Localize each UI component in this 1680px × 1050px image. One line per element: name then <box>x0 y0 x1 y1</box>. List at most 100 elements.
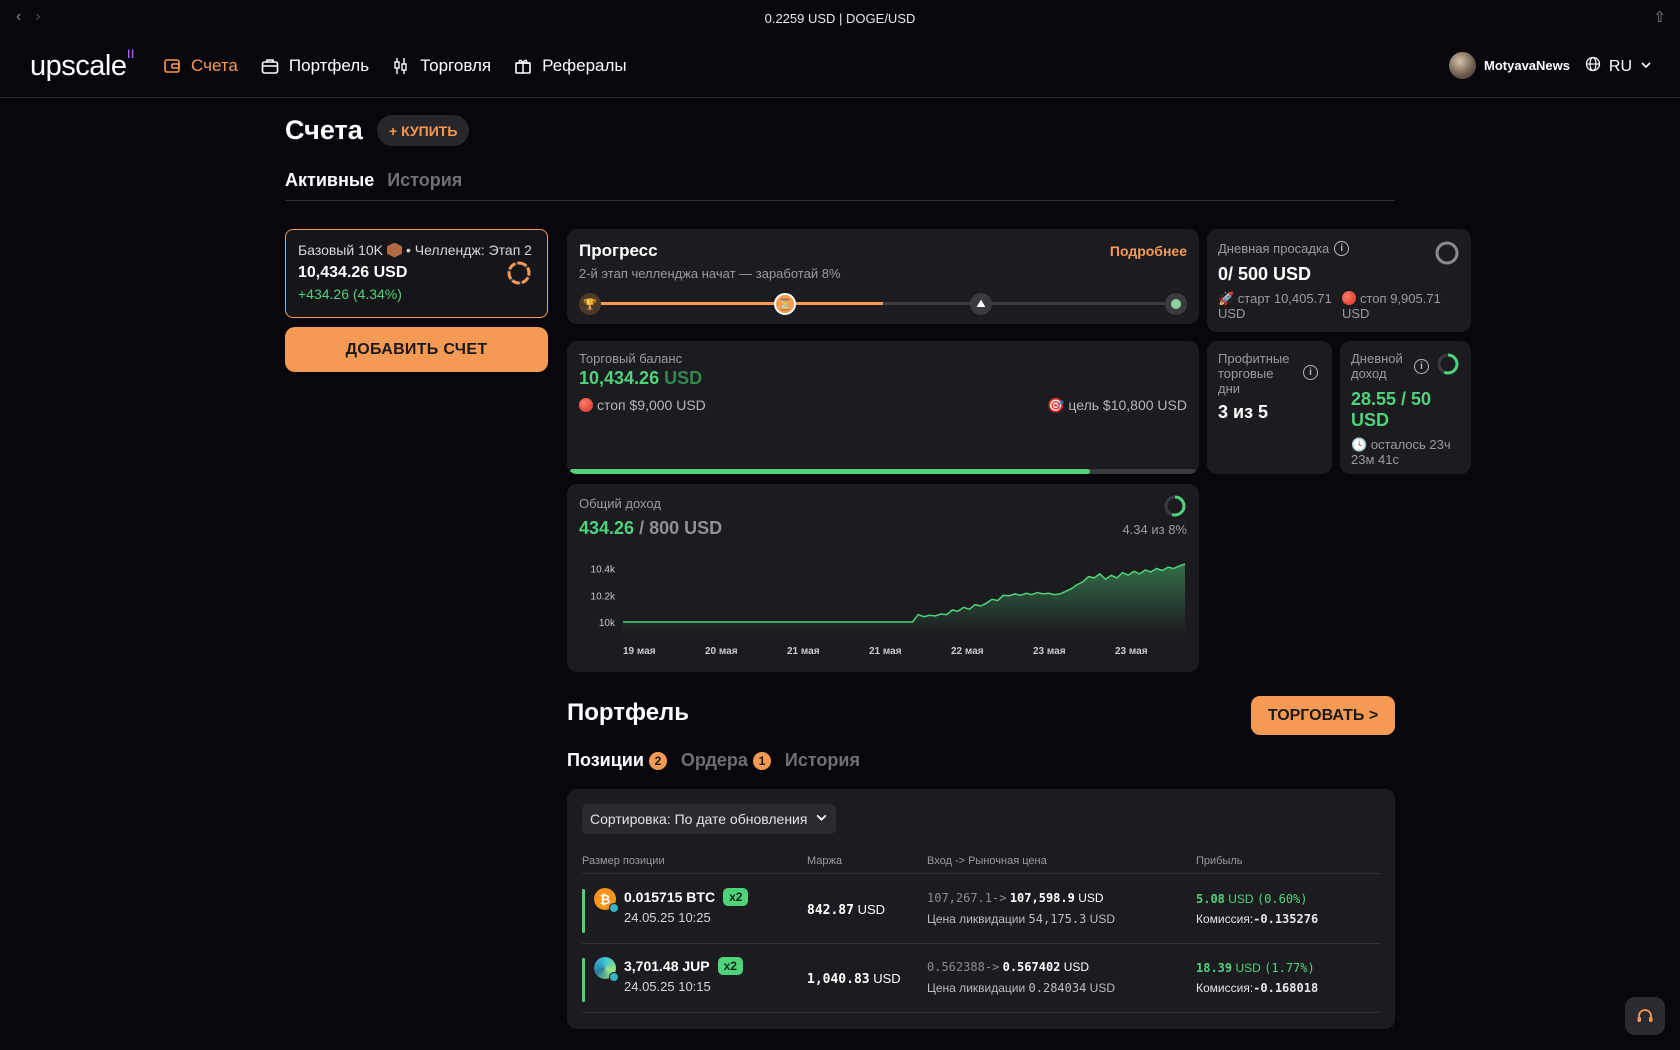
position-date: 24.05.25 10:15 <box>624 979 711 994</box>
x-tick-label: 23 мая <box>1115 646 1148 657</box>
share-icon[interactable]: ⇧ <box>1653 8 1666 26</box>
progress-track-fill <box>589 302 883 305</box>
candles-icon <box>391 56 411 76</box>
tab-orders[interactable]: Ордера 1 <box>681 750 771 771</box>
menu-item-portfolio[interactable]: Портфель <box>260 56 369 76</box>
daily-income-label: Дневной доход <box>1351 351 1403 381</box>
more-link[interactable]: Подробнее <box>1110 243 1187 259</box>
position-size: 3,701.48 JUP <box>624 958 710 974</box>
sort-dropdown[interactable]: Сортировка: По дате обновления <box>582 804 837 834</box>
briefcase-icon <box>260 56 280 76</box>
bronze-badge-icon <box>386 242 402 258</box>
progress-title: Прогресс <box>579 241 658 260</box>
total-income-target: / 800 USD <box>639 518 723 538</box>
page-title: Счета <box>285 115 363 145</box>
position-commission: -0.135276 <box>1253 912 1319 926</box>
menu-item-accounts[interactable]: Счета <box>162 56 238 76</box>
info-icon[interactable]: i <box>1414 358 1429 374</box>
balance-currency: USD <box>664 368 703 388</box>
logo-mark-icon: ıı <box>126 45 135 63</box>
tab-active[interactable]: Активные <box>285 170 374 191</box>
back-arrow-icon[interactable]: ‹ <box>16 8 21 26</box>
portfolio-tabs: Позиции 2 Ордера 1 История <box>567 750 860 771</box>
y-tick-label: 10.2k <box>591 591 616 602</box>
buy-button[interactable]: + КУПИТЬ <box>377 115 470 146</box>
stop-icon <box>579 398 593 412</box>
total-income-card: Общий доход 434.26 / 800 USD 4.34 из 8% … <box>567 484 1199 672</box>
x-tick-label: 22 мая <box>951 646 984 657</box>
window-title: 0.2259 USD | DOGE/USD <box>764 10 916 26</box>
liquidation-price: 0.284034 <box>1028 981 1087 995</box>
entry-price: 0.562388-> <box>927 960 1000 974</box>
account-pnl: +434.26 (4.34%) <box>298 286 402 302</box>
balance-stop: стоп $9,000 USD <box>597 397 706 413</box>
trophy-icon: 🏆 <box>579 293 601 315</box>
market-price: 0.567402 <box>1002 960 1061 974</box>
progress-track: 🏆 ⏳ ⛰ <box>579 292 1187 316</box>
total-income-label: Общий доход <box>579 496 661 511</box>
clock-icon: 🕓 <box>1351 437 1368 452</box>
total-income-ring-icon <box>1164 495 1186 517</box>
column-header: Прибыль <box>1196 855 1243 867</box>
position-profit: 5.08 <box>1196 892 1225 906</box>
position-commission: -0.168018 <box>1253 981 1319 995</box>
logo[interactable]: upscaleıı <box>30 45 135 83</box>
x-tick-label: 21 мая <box>787 646 820 657</box>
divider <box>285 200 1395 201</box>
stop-icon <box>1342 291 1356 305</box>
progress-card: Прогресс Подробнее 2-й этап челленджа на… <box>567 229 1199 324</box>
trade-button[interactable]: ТОРГОВАТЬ > <box>1251 696 1395 735</box>
tab-portfolio-history[interactable]: История <box>785 750 860 771</box>
account-tabs: Активные История <box>285 170 462 191</box>
drawdown-start: 🚀 старт 10,405.71 USD <box>1218 291 1332 321</box>
column-header: Размер позиции <box>582 855 665 867</box>
menu-item-trading[interactable]: Торговля <box>391 56 491 76</box>
position-margin: 842.87 <box>807 903 854 918</box>
tab-positions[interactable]: Позиции 2 <box>567 750 667 771</box>
globe-icon <box>1585 56 1601 77</box>
total-income-value: 434.26 <box>579 518 635 538</box>
trading-balance-card: Торговый баланс 10,434.26 USD стоп $9,00… <box>567 341 1199 474</box>
support-button[interactable] <box>1625 997 1665 1035</box>
avatar <box>1449 52 1477 79</box>
positions-count-badge: 2 <box>648 751 667 770</box>
table-row[interactable]: ₿ 0.015715 BTC x2 24.05.25 10:25 842.87 U… <box>582 875 1380 943</box>
position-margin: 1,040.83 <box>807 972 870 987</box>
y-tick-label: 10k <box>599 618 616 629</box>
info-icon[interactable]: i <box>1303 365 1318 380</box>
daily-income-value: 28.55 / 50 USD <box>1351 389 1432 430</box>
gift-icon <box>513 56 533 76</box>
y-tick-label: 10.4k <box>591 565 616 576</box>
tab-history[interactable]: История <box>387 170 462 191</box>
row-accent <box>582 958 585 1002</box>
info-icon[interactable]: i <box>1334 241 1350 256</box>
balance-target: 🎯 цель $10,800 USD <box>1047 397 1187 413</box>
account-progress-ring-icon <box>507 261 531 285</box>
account-card[interactable]: Базовый 10K • Челлендж: Этап 2 10,434.26… <box>285 229 548 318</box>
language-selector[interactable]: RU <box>1585 56 1652 77</box>
position-size: 0.015715 BTC <box>624 889 716 905</box>
profit-days-label: Профитные торговые дни <box>1218 351 1290 396</box>
drawdown-label: Дневная просадка <box>1218 241 1330 256</box>
user-profile[interactable]: MotyavaNews <box>1449 52 1570 79</box>
x-tick-label: 21 мая <box>869 646 902 657</box>
add-account-button[interactable]: ДОБАВИТЬ СЧЕТ <box>285 327 548 372</box>
table-row[interactable]: 3,701.48 JUP x2 24.05.25 10:15 1,040.83 U… <box>582 944 1380 1012</box>
balance-progress-fill <box>570 469 1090 474</box>
mountain-icon: ⛰ <box>970 293 992 315</box>
menu-item-referrals[interactable]: Рефералы <box>513 56 627 76</box>
account-stage: • Челлендж: Этап 2 <box>405 242 532 258</box>
coin-badge-icon <box>609 903 619 913</box>
position-profit: 18.39 <box>1196 961 1233 975</box>
row-accent <box>582 889 585 933</box>
daily-drawdown-card: Дневная просадка i 0/ 500 USD 🚀 старт 10,… <box>1207 229 1471 332</box>
coin-badge-icon <box>609 972 619 982</box>
daily-income-card: Дневной доход i 28.55 / 50 USD 🕓 осталось… <box>1340 341 1471 474</box>
balance-value: 10,434.26 <box>579 368 660 388</box>
main-menu: Счета Портфель Торговля Рефералы <box>162 56 627 76</box>
title-bar: ‹ › 0.2259 USD | DOGE/USD ⇧ <box>0 0 1680 36</box>
total-income-pct: 4.34 из 8% <box>1122 522 1187 537</box>
forward-arrow-icon[interactable]: › <box>35 8 40 26</box>
username: MotyavaNews <box>1484 58 1570 73</box>
daily-income-ring-icon <box>1437 353 1459 375</box>
